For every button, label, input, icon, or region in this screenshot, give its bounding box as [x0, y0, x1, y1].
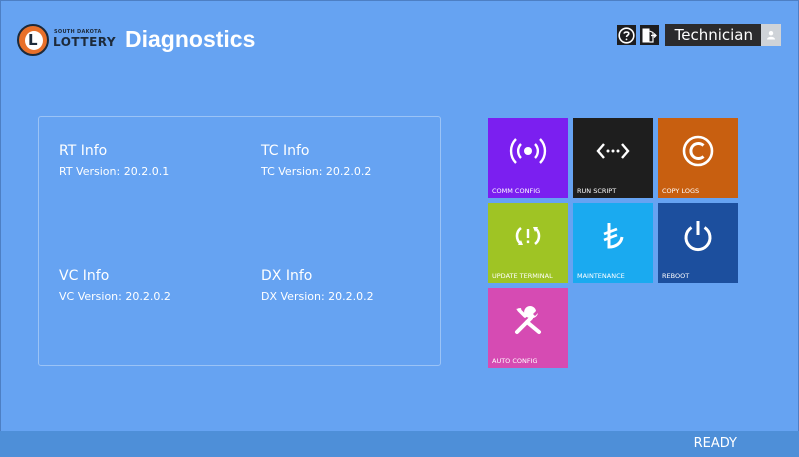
version-info-panel: RT Info RT Version: 20.2.0.1 TC Info TC …: [38, 116, 441, 366]
top-controls: Technician: [616, 24, 781, 46]
reboot-tile[interactable]: REBOOT: [658, 203, 738, 283]
status-text: READY: [693, 436, 737, 451]
comm-config-tile[interactable]: COMM CONFIG: [488, 118, 568, 198]
auto-config-label: AUTO CONFIG: [492, 357, 538, 365]
lottery-logo: L SOUTH DAKOTA LOTTERY: [17, 24, 117, 60]
logout-button[interactable]: [639, 25, 659, 45]
tools-icon: [515, 306, 541, 334]
auto-config-tile[interactable]: AUTO CONFIG: [488, 288, 568, 368]
rt-info-version: RT Version: 20.2.0.1: [59, 165, 170, 178]
rt-info-title: RT Info: [59, 143, 108, 159]
lira-icon: [603, 223, 624, 249]
dx-info-version: DX Version: 20.2.0.2: [261, 290, 374, 303]
exit-door-icon: [642, 28, 658, 43]
run-script-label: RUN SCRIPT: [577, 187, 617, 195]
vc-info-version: VC Version: 20.2.0.2: [59, 290, 171, 303]
reboot-label: REBOOT: [662, 272, 690, 280]
dx-info-title: DX Info: [261, 268, 313, 284]
status-bar: READY: [0, 431, 799, 457]
logo-big-text: LOTTERY: [53, 35, 117, 49]
tc-info-title: TC Info: [261, 143, 310, 159]
tc-info: TC Info TC Version: 20.2.0.2: [261, 143, 371, 178]
dx-info: DX Info DX Version: 20.2.0.2: [261, 268, 374, 303]
vc-info-title: VC Info: [59, 268, 110, 284]
update-terminal-label: UPDATE TERMINAL: [492, 272, 553, 280]
vc-info: VC Info VC Version: 20.2.0.2: [59, 268, 171, 303]
copy-logs-label: COPY LOGS: [662, 187, 700, 195]
avatar: [761, 24, 781, 46]
question-circle-icon: [618, 26, 635, 44]
maintenance-tile[interactable]: MAINTENANCE: [573, 203, 653, 283]
user-menu[interactable]: Technician: [664, 24, 781, 46]
tc-info-version: TC Version: 20.2.0.2: [261, 165, 372, 178]
copyright-icon: [682, 135, 714, 167]
maintenance-label: MAINTENANCE: [577, 272, 625, 280]
rt-info: RT Info RT Version: 20.2.0.1: [59, 143, 169, 178]
comm-config-label: COMM CONFIG: [492, 187, 541, 195]
logo-letter: L: [28, 31, 38, 49]
run-script-tile[interactable]: RUN SCRIPT: [573, 118, 653, 198]
power-icon: [684, 221, 712, 252]
help-button[interactable]: [616, 25, 636, 45]
code-arrows-icon: [596, 143, 630, 159]
logo-badge: L: [17, 24, 49, 56]
copy-logs-tile[interactable]: COPY LOGS: [658, 118, 738, 198]
user-icon: [767, 31, 775, 40]
page-title: Diagnostics: [125, 26, 256, 52]
user-name: Technician: [674, 26, 753, 44]
sync-icon: [515, 226, 541, 246]
broadcast-icon: [509, 138, 547, 164]
update-terminal-tile[interactable]: UPDATE TERMINAL: [488, 203, 568, 283]
